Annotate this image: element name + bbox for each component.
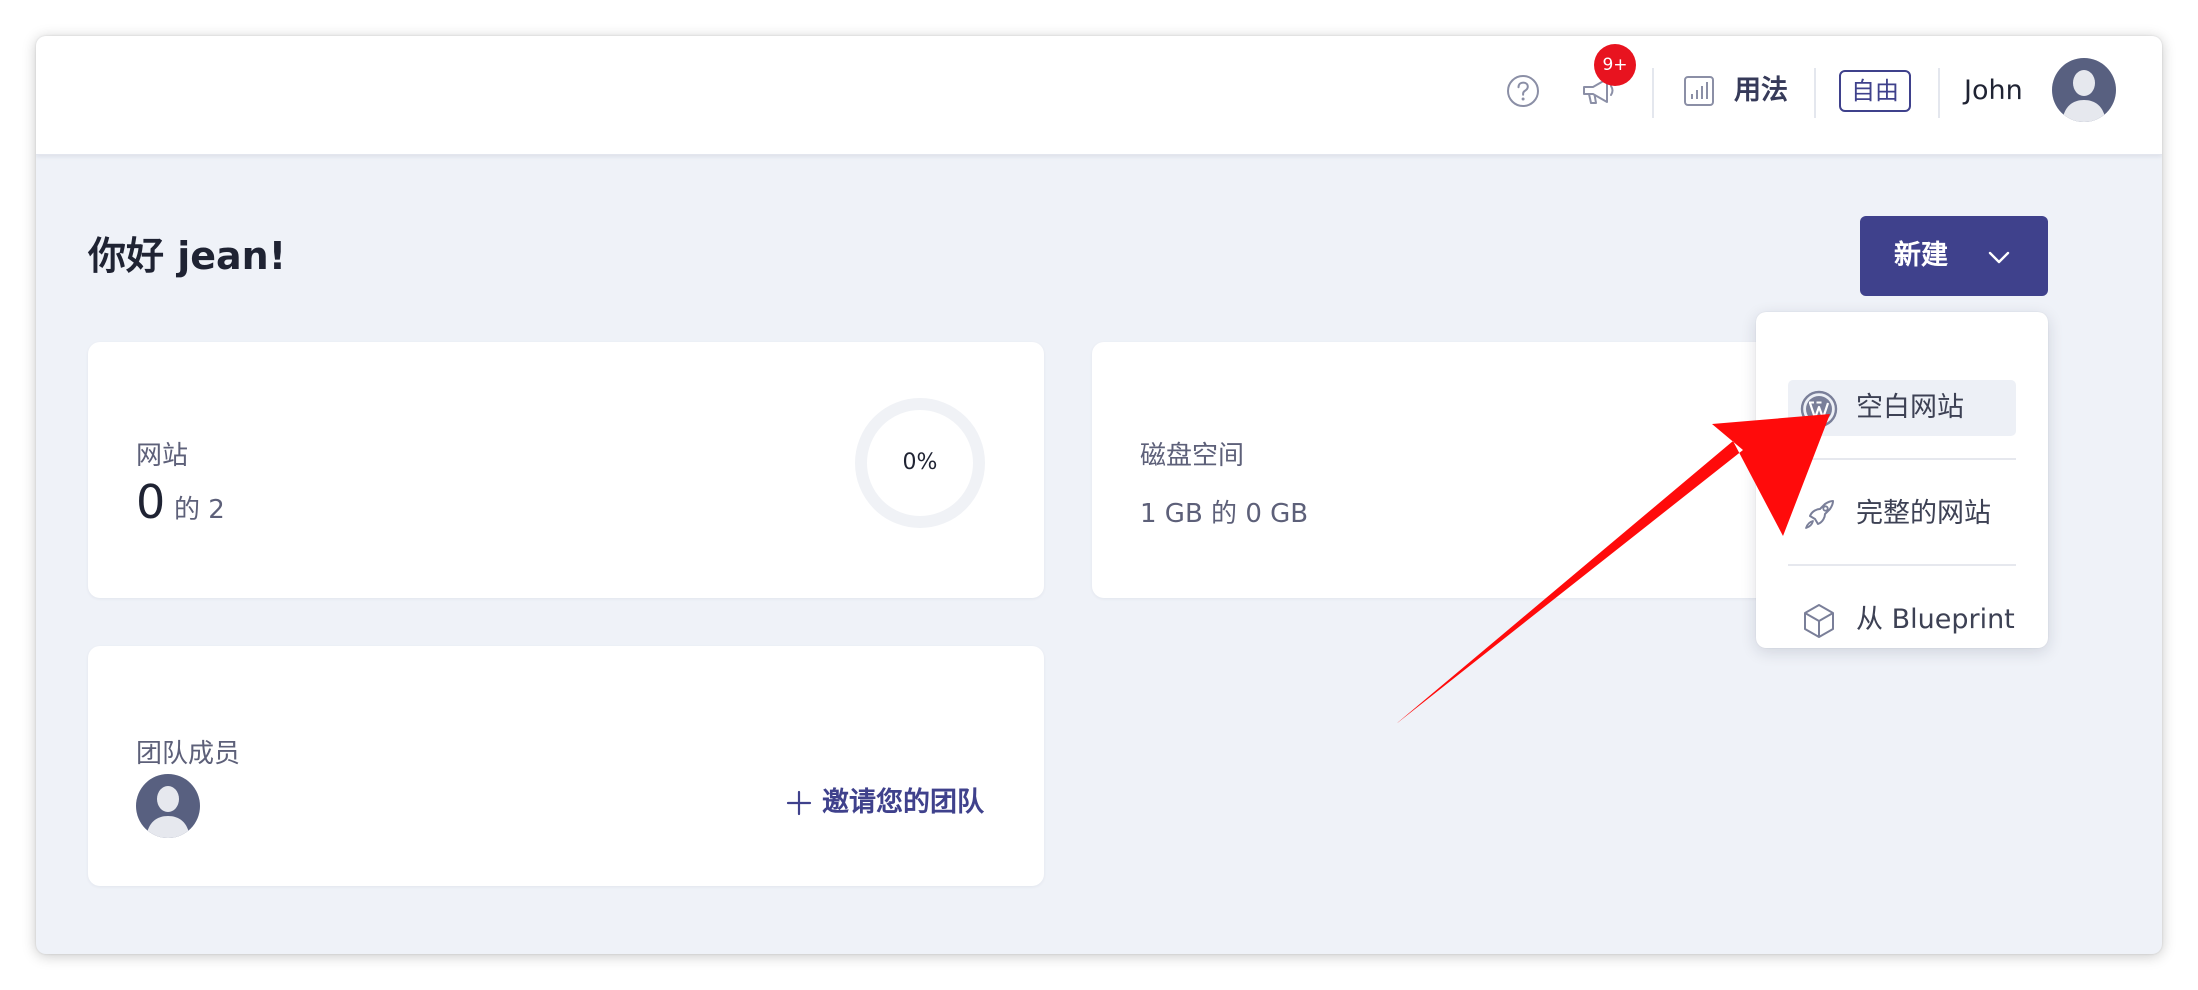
topbar-divider xyxy=(1814,68,1816,118)
team-card-title: 团队成员 xyxy=(136,739,241,769)
menu-item-from-blueprint[interactable]: 从 Blueprint xyxy=(1788,592,2016,648)
user-name[interactable]: John xyxy=(1964,72,2023,110)
sites-card-title: 网站 xyxy=(136,441,189,471)
menu-item-blank-site[interactable]: 空白网站 xyxy=(1788,380,2016,436)
menu-item-label: 完整的网站 xyxy=(1856,498,1991,529)
avatar-silhouette-icon xyxy=(2052,58,2116,122)
page-greeting: 你好 jean! xyxy=(88,234,287,278)
usage-link[interactable]: 用法 xyxy=(1734,72,1788,110)
new-button-label: 新建 xyxy=(1894,240,1948,271)
menu-separator xyxy=(1788,564,2016,566)
plan-badge[interactable]: 自由 xyxy=(1839,70,1911,112)
invite-team-link[interactable]: 邀请您的团队 xyxy=(822,784,984,822)
sites-usage-percent: 0% xyxy=(902,450,938,475)
user-avatar[interactable] xyxy=(2052,58,2116,122)
bar-chart-icon[interactable] xyxy=(1682,74,1716,108)
new-site-button[interactable]: 新建 xyxy=(1860,216,2048,296)
menu-item-full-site[interactable]: 完整的网站 xyxy=(1788,486,2016,542)
disk-usage-value: 1 GB 的 0 GB xyxy=(1140,499,1309,529)
rocket-icon xyxy=(1805,500,1834,529)
sites-total: 的 2 xyxy=(174,495,225,525)
cube-icon xyxy=(1804,604,1834,638)
sites-count: 0 xyxy=(136,475,166,529)
wordpress-icon xyxy=(1800,390,1838,428)
disk-card-title: 磁盘空间 xyxy=(1140,441,1245,471)
menu-item-label: 空白网站 xyxy=(1856,392,1964,423)
plus-icon[interactable] xyxy=(786,790,812,816)
top-navigation-bar: 9+ 用法 自由 John xyxy=(36,36,2162,155)
menu-separator xyxy=(1788,458,2016,460)
menu-item-label: 从 Blueprint xyxy=(1856,604,2015,635)
notification-badge: 9+ xyxy=(1594,44,1636,86)
chevron-down-icon xyxy=(1988,251,2010,264)
topbar-divider xyxy=(1652,68,1654,118)
team-member-avatar[interactable] xyxy=(136,774,200,838)
topbar-divider xyxy=(1938,68,1940,118)
help-circle-icon[interactable] xyxy=(1506,74,1540,108)
new-site-dropdown-menu: 空白网站 完整的网站 从 Blueprint xyxy=(1756,312,2048,648)
avatar-silhouette-icon xyxy=(136,774,200,838)
